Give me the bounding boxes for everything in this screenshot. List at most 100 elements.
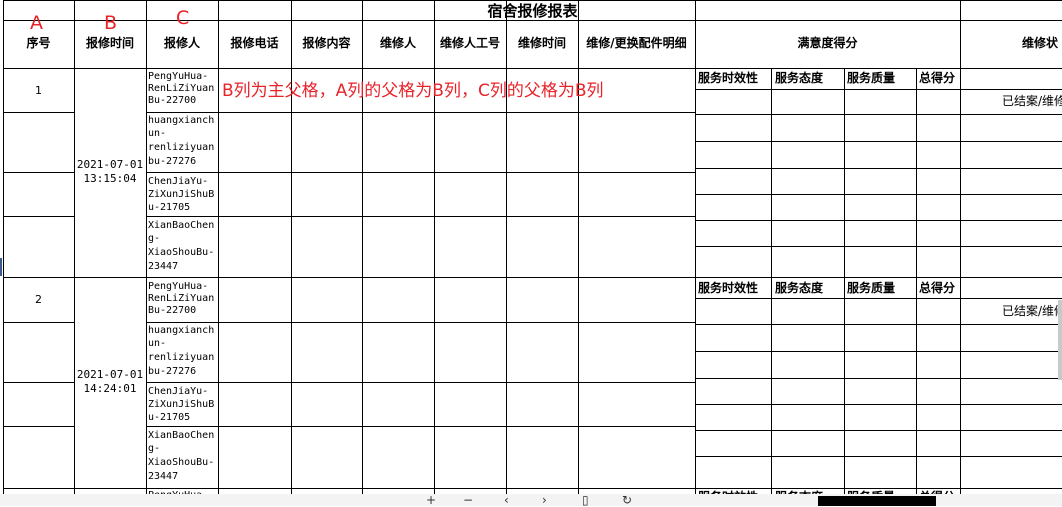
grid-line [578, 0, 579, 494]
subheader-attitude: 服务态度 [775, 71, 824, 85]
grid-line [146, 172, 695, 173]
spreadsheet: 宿舍报修报表 A B C 序号 报修时间 报修人 报修电话 报修内容 维修人 维… [0, 0, 1062, 506]
grid-line [695, 114, 1062, 115]
header-status[interactable]: 维修状 [1022, 36, 1058, 50]
grid-line [695, 351, 1062, 352]
subheader-timeliness: 服务时效性 [698, 71, 759, 85]
delete-icon[interactable]: ▯ [582, 494, 589, 506]
status-cell[interactable]: 已结案/维修 [1002, 94, 1062, 108]
column-letter-a: A [30, 12, 43, 34]
column-letter-b: B [104, 12, 118, 34]
grid-line [695, 89, 1062, 90]
report-clock-cell[interactable]: 14:24:01 [74, 382, 146, 396]
reporter-line: u-21705 [148, 412, 191, 423]
subheader-total: 总得分 [919, 71, 956, 85]
grid-line [434, 0, 435, 494]
sheet-title: 宿舍报修报表 [487, 2, 578, 20]
header-phone[interactable]: 报修电话 [218, 36, 291, 50]
grid-line [3, 277, 1062, 278]
grid-line [695, 456, 1062, 457]
zoom-out-icon[interactable]: − [463, 494, 473, 506]
row-marker [0, 258, 2, 276]
header-reporter[interactable]: 报修人 [146, 36, 218, 50]
reporter-line: un- [148, 128, 167, 139]
rotate-left-icon[interactable]: ‹ [504, 494, 509, 506]
grid-line [3, 172, 74, 173]
subheader-attitude: 服务态度 [775, 281, 824, 295]
reporter-line: XiaoShouBu- [148, 457, 215, 468]
reporter-line: bu-27276 [148, 366, 197, 377]
grid-line [3, 488, 1062, 489]
grid-line [695, 194, 1062, 195]
grid-line [695, 404, 1062, 405]
grid-line [695, 324, 1062, 325]
seq-cell[interactable]: 1 [3, 84, 74, 98]
reporter-line: 23447 [148, 471, 179, 482]
subheader-total: 总得分 [919, 281, 956, 295]
reporter-line: XianBaoChen [148, 220, 215, 231]
report-clock-cell[interactable]: 13:15:04 [74, 172, 146, 186]
reporter-line: RenLiZiYuan [148, 293, 215, 304]
report-date-cell[interactable]: 2021-07-01 [74, 158, 146, 172]
reporter-line: XiaoShouBu- [148, 247, 215, 258]
grid-line [695, 246, 1062, 247]
grid-line [506, 0, 507, 494]
reporter-line: PengYuHua- [148, 71, 209, 82]
grid-line [3, 382, 74, 383]
header-repairer[interactable]: 维修人 [362, 36, 434, 50]
grid-line [960, 0, 961, 494]
refresh-icon[interactable]: ↻ [622, 494, 632, 506]
grid-line [695, 430, 1062, 431]
grid-line [362, 0, 363, 494]
grid-line [3, 0, 4, 494]
scrollbar-thumb[interactable] [1058, 300, 1062, 380]
header-satisfaction[interactable]: 满意度得分 [695, 36, 960, 50]
reporter-line: g- [148, 443, 161, 454]
reporter-line: renliziyuan [148, 142, 215, 153]
header-seq[interactable]: 序号 [3, 36, 74, 50]
header-report-time[interactable]: 报修时间 [74, 36, 146, 50]
annotation-text: B列为主父格，A列的父格为B列，C列的父格为B列 [222, 81, 604, 101]
grid-line [3, 322, 74, 323]
grid-line [146, 322, 695, 323]
grid-line [146, 426, 695, 427]
grid-line [3, 216, 74, 217]
grid-line [146, 216, 695, 217]
grid-line [146, 112, 695, 113]
header-repair-time[interactable]: 维修时间 [506, 36, 578, 50]
subheader-quality: 服务质量 [847, 281, 896, 295]
header-repairer-id[interactable]: 维修人工号 [434, 36, 506, 50]
header-content[interactable]: 报修内容 [291, 36, 362, 50]
rotate-right-icon[interactable]: › [542, 494, 547, 506]
report-date-cell[interactable]: 2021-07-01 [74, 368, 146, 382]
grid-line [695, 141, 1062, 142]
reporter-line: Bu-22700 [148, 305, 197, 316]
reporter-line: renliziyuan [148, 352, 215, 363]
grid-line [74, 0, 75, 494]
reporter-line: RenLiZiYuan [148, 83, 215, 94]
reporter-line: u-21705 [148, 202, 191, 213]
grid-line [291, 0, 292, 494]
grid-line [3, 426, 74, 427]
reporter-line: bu-27276 [148, 156, 197, 167]
grid-line [146, 0, 147, 494]
grid-line [695, 220, 1062, 221]
grid-line [695, 298, 1062, 299]
grid-line [695, 168, 1062, 169]
reporter-line: ZiXunJiShuB [148, 399, 215, 410]
grid-line [3, 68, 1062, 69]
grid-line [218, 0, 219, 494]
zoom-in-icon[interactable]: + [426, 494, 436, 506]
grid-line [3, 112, 74, 113]
reporter-line: ChenJiaYu- [148, 386, 209, 397]
reporter-line: huangxianch [148, 115, 215, 126]
subheader-quality: 服务质量 [847, 71, 896, 85]
reporter-line: 23447 [148, 261, 179, 272]
reporter-line: ChenJiaYu- [148, 176, 209, 187]
seq-cell[interactable]: 2 [3, 293, 74, 307]
column-letter-c: C [176, 7, 190, 29]
reporter-line: un- [148, 338, 167, 349]
grid-line [695, 378, 1062, 379]
status-cell[interactable]: 已结案/维修 [1002, 304, 1062, 318]
header-parts[interactable]: 维修/更换配件明细 [578, 36, 695, 50]
